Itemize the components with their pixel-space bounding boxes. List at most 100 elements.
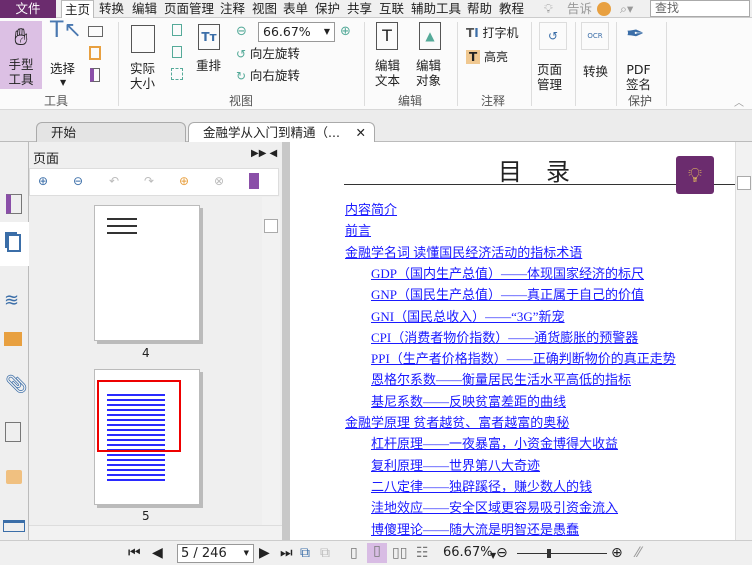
insert-page-icon[interactable]: ⊕ [179,174,189,188]
reflow-button[interactable]: Tт 重排 [196,24,224,84]
hand-tool-button[interactable]: ✋︎ 手型 工具 [0,21,42,89]
previous-view-icon[interactable]: ⧉ [300,545,310,561]
zoom-in-icon[interactable]: ⊕ [340,24,351,39]
last-page-icon[interactable]: ⏭︎ [280,545,293,561]
heart-icon[interactable] [597,2,611,16]
rotate-right-button[interactable]: ↻ 向右旋转 [236,68,300,84]
attachments-icon[interactable]: 📎︎ [5,374,28,395]
search-options-icon[interactable]: ⌕▾ [620,0,633,18]
thumbnail-scrollbar[interactable] [262,197,280,525]
toc-link[interactable]: 恩格尔系数——衡量居民生活水平高低的指标 [371,369,631,388]
page-properties-icon[interactable] [249,173,259,189]
continuous-facing-icon[interactable]: ☷ [416,545,429,561]
first-page-icon[interactable]: ⏮︎ [128,545,141,561]
next-view-icon[interactable]: ⧉ [320,545,330,561]
menu-accessibility[interactable]: 辅助工具 [411,0,461,18]
rotate-left-page-icon[interactable]: ↶ [109,174,119,188]
menu-edit[interactable]: 编辑 [132,0,157,18]
convert-button[interactable]: OCR 转换 [580,22,612,92]
toc-link[interactable]: GNP（国民生产总值）——真正属于自己的价值 [371,284,644,303]
fit-page-icon[interactable] [172,24,182,36]
fit-width-icon[interactable] [172,46,182,58]
bookmarks-icon[interactable] [6,194,22,214]
toc-link[interactable]: 金融学原理 贫者越贫、富者越富的奥秘 [345,412,569,431]
menu-convert[interactable]: 转换 [99,0,124,18]
toc-link[interactable]: PPI（生产者价格指数）——正确判断物价的真正走势 [371,348,676,367]
toc-link[interactable]: GDP（国内生产总值）——体现国家经济的标尺 [371,263,644,282]
menu-share[interactable]: 共享 [347,0,372,18]
typewriter-button[interactable]: TI 打字机 [466,24,519,40]
previous-page-icon[interactable]: ◀ [152,545,163,561]
toc-link[interactable]: GNI（国民总收入）——“3G”新宠 [371,306,565,325]
snapshot-icon[interactable] [88,26,103,37]
tell-me[interactable]: 告诉 [567,0,592,18]
thumbnail-hscrollbar[interactable] [29,525,282,540]
select-button[interactable]: T↖ 选择 ▼ [46,20,82,88]
zoom-slider[interactable] [517,549,607,558]
edit-text-button[interactable]: T 编辑 文本 [372,22,406,92]
reduce-thumbnail-icon[interactable]: ⊖ [73,174,83,188]
toc-link[interactable]: 基尼系数——反映贫富差距的曲线 [371,391,566,410]
tab-start[interactable]: 开始 [36,122,186,142]
delete-page-icon[interactable]: ⊗ [214,174,224,188]
toc-link[interactable]: CPI（消费者物价指数）——通货膨胀的预警器 [371,327,638,346]
menu-view[interactable]: 视图 [252,0,277,18]
pdf-sign-button[interactable]: ✒︎ PDF 签名 [622,22,658,92]
menu-connect[interactable]: 互联 [379,0,404,18]
toc-link[interactable]: 金融学名词 读懂国民经济活动的指标术语 [345,242,582,261]
comments-icon[interactable] [4,332,22,346]
bookmark-icon[interactable] [90,68,100,82]
next-page-icon[interactable]: ▶ [259,545,270,561]
toc-link[interactable]: 二八定律——独辟蹊径，赚少数人的钱 [371,476,592,495]
single-page-icon[interactable]: ▯ [350,545,358,561]
facing-page-icon[interactable]: ▯▯ [392,545,407,561]
continuous-page-icon[interactable]: ▯ [367,543,387,563]
zoom-out-icon[interactable]: ⊖ [496,545,508,561]
enlarge-thumbnail-icon[interactable]: ⊕ [38,174,48,188]
page-thumbnail[interactable] [94,205,200,341]
resize-grip-icon[interactable]: ⁄⁄ [636,545,641,561]
fit-visible-icon[interactable] [171,68,183,80]
menu-file[interactable]: 文件 [0,0,56,18]
zoom-select[interactable]: 66.67% ▼ [258,22,335,42]
clipboard-icon[interactable] [89,46,101,60]
edit-object-button[interactable]: ▲ 编辑 对象 [413,22,449,92]
highlight-button[interactable]: T 高亮 [466,48,508,64]
rotate-right-page-icon[interactable]: ↷ [144,174,154,188]
signature-icon[interactable] [5,422,21,442]
rotate-left-button[interactable]: ↺ 向左旋转 [236,46,300,62]
toc-link[interactable]: 复利原理——世界第八大奇迹 [371,455,540,474]
toc-link[interactable]: 博傻理论——随大流是明智还是愚蠢 [371,519,579,538]
search-input[interactable]: 查找 [650,0,750,17]
expand-panel-icon[interactable]: ▶▶ ◀ [251,148,277,159]
pages-nav[interactable] [0,222,29,266]
form-icon[interactable] [3,520,25,532]
close-tab-icon[interactable]: ✕ [356,123,366,142]
lock-icon[interactable] [6,470,22,484]
menu-form[interactable]: 表单 [283,0,308,18]
toc-link[interactable]: 前言 [345,220,371,239]
toc-link[interactable]: 杠杆原理——一夜暴富，小资金博得大收益 [371,433,618,452]
panel-splitter[interactable] [282,142,290,540]
page-manage-button[interactable]: ↺ 页面 管理 [535,22,569,92]
zoom-in-icon[interactable]: ⊕ [611,545,623,561]
zoom-out-icon[interactable]: ⊖ [236,24,247,39]
document-scrollbar[interactable] [735,142,752,540]
toc-link[interactable]: 内容简介 [345,199,397,218]
toc-link[interactable]: 洼地效应——安全区域更容易吸引资金流入 [371,497,618,516]
actual-size-button[interactable]: 实际 大小 [128,21,158,91]
tab-document[interactable]: 金融学从入门到精通（... ✕ [188,122,375,142]
menu-protect[interactable]: 保护 [315,0,340,18]
zoom-level[interactable]: 66.67% [443,545,493,561]
page-thumbnail[interactable] [94,369,200,505]
layers-icon[interactable]: ≋ [4,290,19,311]
menu-comment[interactable]: 注释 [220,0,245,18]
lightbulb-icon[interactable]: 💡︎ [544,0,553,18]
collapse-ribbon-icon[interactable]: ︿ [734,94,744,109]
viewport-indicator[interactable] [97,380,181,452]
lightbulb-icon[interactable]: 💡︎ [676,156,714,194]
menu-help[interactable]: 帮助 [467,0,492,18]
menu-page-manage[interactable]: 页面管理 [164,0,214,18]
menu-home[interactable]: 主页 [61,0,95,19]
menu-tutorial[interactable]: 教程 [499,0,524,18]
